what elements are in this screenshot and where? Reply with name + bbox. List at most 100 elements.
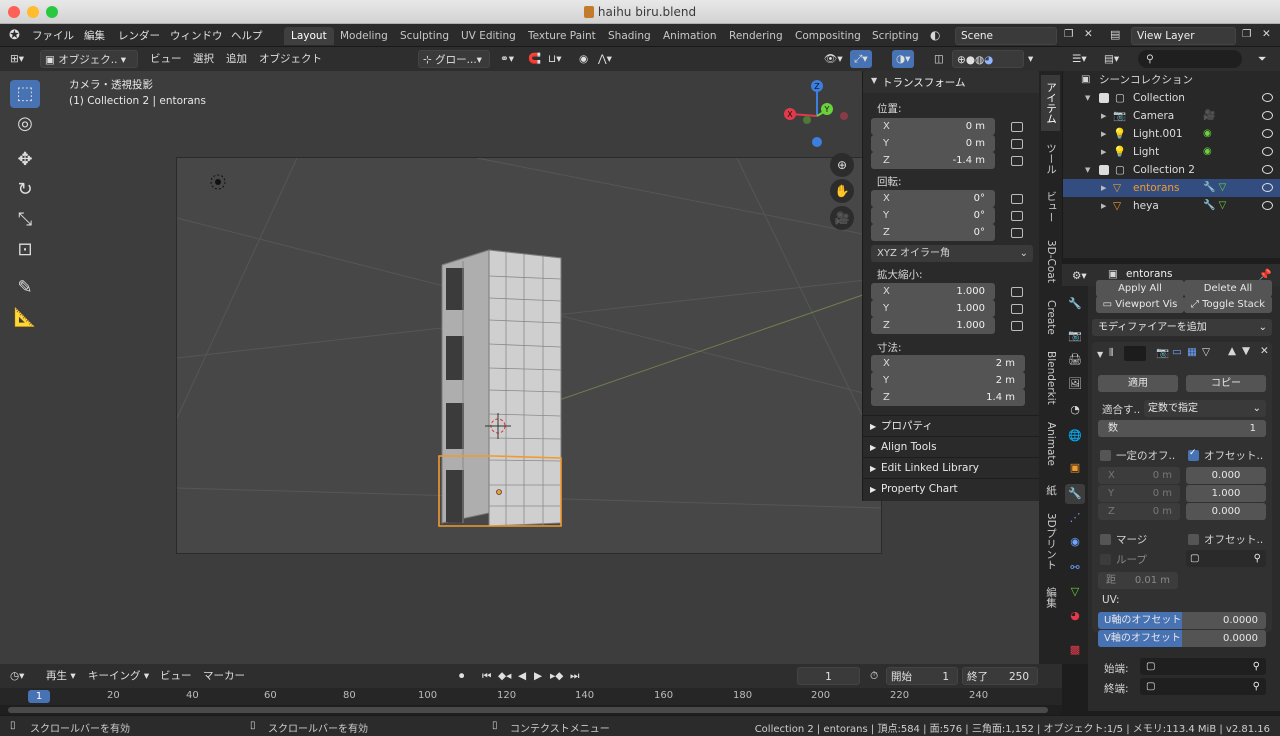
rotation-z-field[interactable]: Z 0° xyxy=(871,224,995,241)
apply-all-button[interactable]: Apply All xyxy=(1096,280,1184,297)
relative-z-field[interactable]: 0.000 xyxy=(1186,503,1266,520)
scale-tool-icon[interactable]: ⤡ xyxy=(10,206,40,234)
close-window-button[interactable] xyxy=(8,6,20,18)
constant-x-field[interactable]: X 0 m xyxy=(1098,467,1180,484)
tab-create[interactable]: Create xyxy=(1041,295,1060,339)
play-reverse-icon[interactable]: ◀ xyxy=(514,667,530,685)
filter-icon[interactable]: ⏷ xyxy=(1254,50,1270,68)
viewport-toggle-icon[interactable]: ▭ xyxy=(1172,346,1182,358)
play-icon[interactable]: ▶ xyxy=(530,667,546,685)
snap-toggle-icon[interactable]: 🧲 xyxy=(524,50,545,68)
data-badge-icon[interactable]: 🔧 ▽ xyxy=(1203,179,1226,197)
eyedropper-icon[interactable]: ⚲ xyxy=(1254,550,1261,567)
lock-icon[interactable] xyxy=(1011,156,1023,166)
panel-edit-linked-library[interactable]: ▶ Edit Linked Library xyxy=(863,457,1039,478)
lock-icon[interactable] xyxy=(1011,228,1023,238)
chevron-down-icon[interactable]: ▼ xyxy=(1097,350,1103,359)
tool-properties-icon[interactable]: 🔧 xyxy=(1065,294,1085,314)
outliner-row[interactable]: ▶ 💡 Light.001 ◉ xyxy=(1063,125,1280,143)
object-offset-checkbox[interactable] xyxy=(1188,534,1199,545)
add-modifier-dropdown[interactable]: モディファイアーを追加 ⌄ xyxy=(1092,319,1272,336)
tab-sculpting[interactable]: Sculpting xyxy=(393,27,456,45)
record-icon[interactable]: ⏺ xyxy=(455,667,468,685)
physics-properties-icon[interactable]: ◉ xyxy=(1065,532,1085,552)
timeline-ruler[interactable]: 1 20 40 60 80 100 120 140 160 180 200 22… xyxy=(0,688,1062,705)
cursor-tool-icon[interactable]: ◎ xyxy=(10,110,40,138)
mode-selector[interactable]: ▣ オブジェク.. ▾ xyxy=(40,50,138,68)
eye-icon[interactable] xyxy=(1262,165,1273,174)
eye-icon[interactable] xyxy=(1262,201,1273,210)
menu-edit[interactable]: 編集 xyxy=(84,28,105,43)
merge-checkbox[interactable] xyxy=(1100,534,1111,545)
timeline-view-menu[interactable]: ビュー xyxy=(156,667,196,685)
tab-tool[interactable]: ツール xyxy=(1041,137,1060,181)
overlay-toggle-icon[interactable]: ◑▾ xyxy=(892,50,915,68)
relative-y-field[interactable]: 1.000 xyxy=(1186,485,1266,502)
editor-type-icon[interactable]: ⊞▾ xyxy=(6,50,28,68)
constant-z-field[interactable]: Z 0 m xyxy=(1098,503,1180,520)
tab-modeling[interactable]: Modeling xyxy=(333,27,395,45)
outliner-row[interactable]: ▶ ▽ entorans 🔧 ▽ xyxy=(1063,179,1280,197)
tab-3d-coat[interactable]: 3D-Coat xyxy=(1041,235,1060,287)
scale-z-field[interactable]: Z 1.000 xyxy=(871,317,995,334)
chevron-right-icon[interactable]: ▶ xyxy=(1101,197,1106,215)
tab-blenderkit[interactable]: Blenderkit xyxy=(1041,347,1060,409)
eye-icon[interactable] xyxy=(1262,147,1273,156)
minimize-window-button[interactable] xyxy=(27,6,39,18)
tab-layout[interactable]: Layout xyxy=(284,27,334,45)
menu-add[interactable]: 追加 xyxy=(222,50,251,68)
annotate-tool-icon[interactable]: ✎ xyxy=(10,274,40,302)
count-field[interactable]: 数1 xyxy=(1098,420,1266,437)
solid-shading-icon[interactable]: ● xyxy=(966,54,975,66)
menu-window[interactable]: ウィンドウ xyxy=(170,28,223,43)
camera-view-icon[interactable]: 🎥 xyxy=(830,206,854,230)
data-badge-icon[interactable]: ◉ xyxy=(1203,143,1212,161)
proportional-edit-icon[interactable]: ◉ xyxy=(575,50,592,68)
relative-offset-checkbox[interactable]: ✓ xyxy=(1188,448,1199,461)
location-x-field[interactable]: X 0 m xyxy=(871,118,995,135)
dimensions-y-field[interactable]: Y 2 m xyxy=(871,372,1025,389)
measure-tool-icon[interactable]: 📐 xyxy=(10,304,40,332)
move-up-icon[interactable]: ▲ xyxy=(1228,345,1236,357)
rotate-tool-icon[interactable]: ↻ xyxy=(10,176,40,204)
world-properties-icon[interactable]: 🌐 xyxy=(1065,426,1085,446)
tab-paper[interactable]: 紙 xyxy=(1041,479,1060,501)
chevron-down-icon[interactable]: ▼ xyxy=(1085,89,1090,107)
outliner-row[interactable]: ▶ 📷 Camera 🎥 xyxy=(1063,107,1280,125)
menu-select[interactable]: 選択 xyxy=(189,50,218,68)
constant-y-field[interactable]: Y 0 m xyxy=(1098,485,1180,502)
viewport-vis-button[interactable]: ▭ Viewport Vis xyxy=(1096,296,1184,313)
navigation-gizmo[interactable]: Z X Y xyxy=(780,76,854,152)
lock-icon[interactable] xyxy=(1011,321,1023,331)
tab-3d-print[interactable]: 3Dプリント xyxy=(1041,509,1060,573)
location-z-field[interactable]: Z -1.4 m xyxy=(871,152,995,169)
constant-offset-checkbox[interactable] xyxy=(1100,450,1111,461)
transform-orientation-selector[interactable]: ⊹ グロー...▾ xyxy=(418,50,490,68)
eye-icon[interactable] xyxy=(1262,183,1273,192)
toggle-stack-button[interactable]: ⤢ Toggle Stack xyxy=(1184,296,1272,313)
gizmo-toggle-icon[interactable]: ⤢▾ xyxy=(850,50,872,68)
lock-icon[interactable] xyxy=(1011,304,1023,314)
lock-icon[interactable] xyxy=(1011,122,1023,132)
v-offset-field[interactable]: V軸のオフセット 0.0000 xyxy=(1098,630,1266,647)
panel-property-chart[interactable]: ▶ Property Chart xyxy=(863,478,1039,499)
keying-menu[interactable]: キーイング ▾ xyxy=(84,667,153,685)
current-frame-field[interactable]: 1 xyxy=(797,667,860,685)
panel-align-tools[interactable]: ▶ Align Tools xyxy=(863,436,1039,457)
data-badge-icon[interactable]: 🎥 xyxy=(1203,107,1215,125)
material-shading-icon[interactable]: ◍ xyxy=(975,54,984,66)
stopwatch-icon[interactable]: ⏱ xyxy=(866,667,882,685)
zoom-view-icon[interactable]: ⊕ xyxy=(830,153,854,177)
tab-rendering[interactable]: Rendering xyxy=(722,27,790,45)
material-properties-icon[interactable]: ◕ xyxy=(1065,606,1085,626)
panel-properties[interactable]: ▶ プロパティ xyxy=(863,415,1039,436)
lock-icon[interactable] xyxy=(1011,139,1023,149)
move-tool-icon[interactable]: ✥ xyxy=(10,146,40,174)
transform-panel-header[interactable]: ▼ トランスフォーム xyxy=(863,71,1039,93)
view-layer-properties-icon[interactable]: 🖼 xyxy=(1065,374,1085,394)
tab-scripting[interactable]: Scripting xyxy=(865,27,926,45)
scale-x-field[interactable]: X 1.000 xyxy=(871,283,995,300)
data-badge-icon[interactable]: 🔧 ▽ xyxy=(1203,197,1226,215)
transform-tool-icon[interactable]: ⊡ xyxy=(10,236,40,264)
xray-toggle-icon[interactable]: ◫ xyxy=(930,50,948,68)
